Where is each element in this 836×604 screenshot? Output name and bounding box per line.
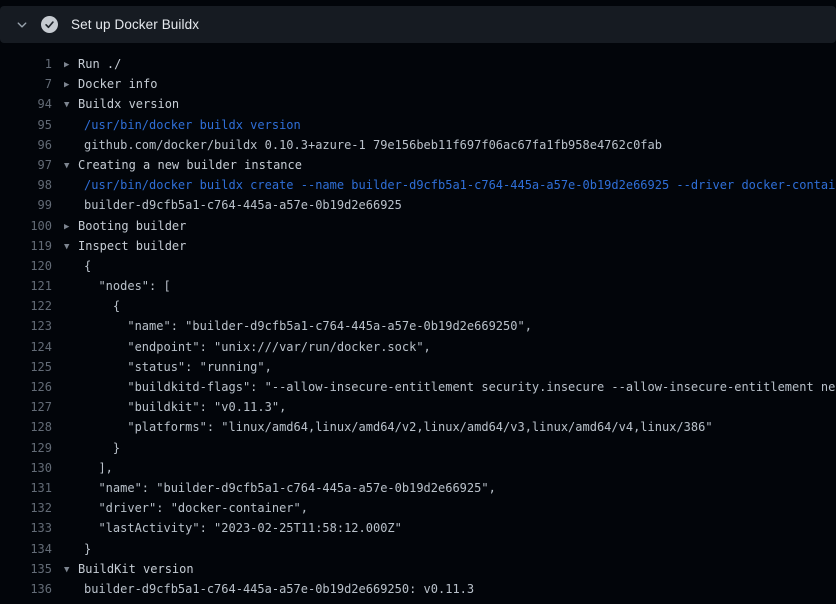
log-text: github.com/docker/buildx 0.10.3+azure-1 … bbox=[84, 138, 662, 152]
triangle-down-icon[interactable]: ▼ bbox=[64, 95, 78, 114]
log-text: "buildkit": "v0.11.3", bbox=[84, 400, 286, 414]
log-line: 127 "buildkit": "v0.11.3", bbox=[0, 397, 836, 417]
log-text: Run ./ bbox=[78, 57, 121, 71]
line-number[interactable]: 135 bbox=[0, 559, 52, 579]
log-line: 129 } bbox=[0, 438, 836, 458]
log-line[interactable]: 1 ▶Run ./ bbox=[0, 54, 836, 74]
check-circle-icon bbox=[41, 16, 58, 33]
log-line: 122 { bbox=[0, 296, 836, 316]
log-text: "name": "builder-d9cfb5a1-c764-445a-a57e… bbox=[84, 481, 496, 495]
log-text: "status": "running", bbox=[84, 360, 272, 374]
chevron-down-icon[interactable] bbox=[15, 18, 29, 32]
line-number[interactable]: 122 bbox=[0, 296, 52, 316]
triangle-down-icon[interactable]: ▼ bbox=[64, 156, 78, 175]
log-text: { bbox=[84, 259, 91, 273]
log-text: } bbox=[84, 441, 120, 455]
line-number[interactable]: 120 bbox=[0, 256, 52, 276]
line-number[interactable]: 126 bbox=[0, 377, 52, 397]
line-number[interactable]: 1 bbox=[0, 54, 52, 74]
log-line: 130 ], bbox=[0, 458, 836, 478]
log-text: Creating a new builder instance bbox=[78, 158, 302, 172]
line-number[interactable]: 123 bbox=[0, 316, 52, 336]
log-line: 124 "endpoint": "unix:///var/run/docker.… bbox=[0, 337, 836, 357]
line-number[interactable]: 94 bbox=[0, 94, 52, 114]
line-number[interactable]: 127 bbox=[0, 397, 52, 417]
log-text: builder-d9cfb5a1-c764-445a-a57e-0b19d2e6… bbox=[84, 198, 402, 212]
log-line[interactable]: 119 ▼Inspect builder bbox=[0, 236, 836, 256]
line-number[interactable]: 129 bbox=[0, 438, 52, 458]
log-text: Booting builder bbox=[78, 219, 186, 233]
log-text: Inspect builder bbox=[78, 239, 186, 253]
line-number[interactable]: 133 bbox=[0, 518, 52, 538]
line-number[interactable]: 128 bbox=[0, 417, 52, 437]
line-number[interactable]: 124 bbox=[0, 337, 52, 357]
line-number[interactable]: 119 bbox=[0, 236, 52, 256]
triangle-down-icon[interactable]: ▼ bbox=[64, 237, 78, 256]
log-line: 132 "driver": "docker-container", bbox=[0, 498, 836, 518]
line-number[interactable]: 7 bbox=[0, 74, 52, 94]
log-text: { bbox=[84, 299, 120, 313]
log-text: "buildkitd-flags": "--allow-insecure-ent… bbox=[84, 380, 836, 394]
triangle-right-icon[interactable]: ▶ bbox=[64, 75, 78, 94]
log-line[interactable]: 100 ▶Booting builder bbox=[0, 216, 836, 236]
log-line[interactable]: 97 ▼Creating a new builder instance bbox=[0, 155, 836, 175]
log-text: } bbox=[84, 542, 91, 556]
log-line: 128 "platforms": "linux/amd64,linux/amd6… bbox=[0, 417, 836, 437]
line-number[interactable]: 130 bbox=[0, 458, 52, 478]
log-viewer: 1 ▶Run ./ 7 ▶Docker info 94 ▼Buildx vers… bbox=[0, 54, 836, 599]
line-number[interactable]: 97 bbox=[0, 155, 52, 175]
step-title: Set up Docker Buildx bbox=[71, 17, 199, 32]
log-line: 123 "name": "builder-d9cfb5a1-c764-445a-… bbox=[0, 316, 836, 336]
log-line[interactable]: 135 ▼BuildKit version bbox=[0, 559, 836, 579]
line-number[interactable]: 134 bbox=[0, 539, 52, 559]
line-number[interactable]: 125 bbox=[0, 357, 52, 377]
step-header[interactable]: Set up Docker Buildx bbox=[0, 6, 836, 43]
log-line: 134 } bbox=[0, 539, 836, 559]
log-text: "name": "builder-d9cfb5a1-c764-445a-a57e… bbox=[84, 319, 532, 333]
log-line: 125 "status": "running", bbox=[0, 357, 836, 377]
log-line: 120 { bbox=[0, 256, 836, 276]
log-line: 136 builder-d9cfb5a1-c764-445a-a57e-0b19… bbox=[0, 579, 836, 599]
log-text: "platforms": "linux/amd64,linux/amd64/v2… bbox=[84, 420, 713, 434]
log-text: ], bbox=[84, 461, 113, 475]
log-text: "lastActivity": "2023-02-25T11:58:12.000… bbox=[84, 521, 402, 535]
log-text: Buildx version bbox=[78, 97, 179, 111]
log-line: 126 "buildkitd-flags": "--allow-insecure… bbox=[0, 377, 836, 397]
line-number[interactable]: 95 bbox=[0, 115, 52, 135]
triangle-down-icon[interactable]: ▼ bbox=[64, 560, 78, 579]
log-text: builder-d9cfb5a1-c764-445a-a57e-0b19d2e6… bbox=[84, 582, 474, 596]
triangle-right-icon[interactable]: ▶ bbox=[64, 55, 78, 74]
log-line[interactable]: 7 ▶Docker info bbox=[0, 74, 836, 94]
line-number[interactable]: 100 bbox=[0, 216, 52, 236]
log-line[interactable]: 94 ▼Buildx version bbox=[0, 94, 836, 114]
line-number[interactable]: 132 bbox=[0, 498, 52, 518]
log-text: BuildKit version bbox=[78, 562, 194, 576]
log-text: /usr/bin/docker buildx create --name bui… bbox=[84, 178, 836, 192]
log-line: 95 /usr/bin/docker buildx version bbox=[0, 115, 836, 135]
line-number[interactable]: 136 bbox=[0, 579, 52, 599]
log-line: 98 /usr/bin/docker buildx create --name … bbox=[0, 175, 836, 195]
log-line: 131 "name": "builder-d9cfb5a1-c764-445a-… bbox=[0, 478, 836, 498]
line-number[interactable]: 99 bbox=[0, 195, 52, 215]
line-number[interactable]: 98 bbox=[0, 175, 52, 195]
log-line: 99 builder-d9cfb5a1-c764-445a-a57e-0b19d… bbox=[0, 195, 836, 215]
log-text: "endpoint": "unix:///var/run/docker.sock… bbox=[84, 340, 431, 354]
line-number[interactable]: 131 bbox=[0, 478, 52, 498]
log-text: "nodes": [ bbox=[84, 279, 171, 293]
line-number[interactable]: 96 bbox=[0, 135, 52, 155]
triangle-right-icon[interactable]: ▶ bbox=[64, 217, 78, 236]
log-text: "driver": "docker-container", bbox=[84, 501, 308, 515]
log-line: 133 "lastActivity": "2023-02-25T11:58:12… bbox=[0, 518, 836, 538]
log-line: 121 "nodes": [ bbox=[0, 276, 836, 296]
log-text: /usr/bin/docker buildx version bbox=[84, 118, 301, 132]
log-text: Docker info bbox=[78, 77, 157, 91]
line-number[interactable]: 121 bbox=[0, 276, 52, 296]
log-line: 96 github.com/docker/buildx 0.10.3+azure… bbox=[0, 135, 836, 155]
